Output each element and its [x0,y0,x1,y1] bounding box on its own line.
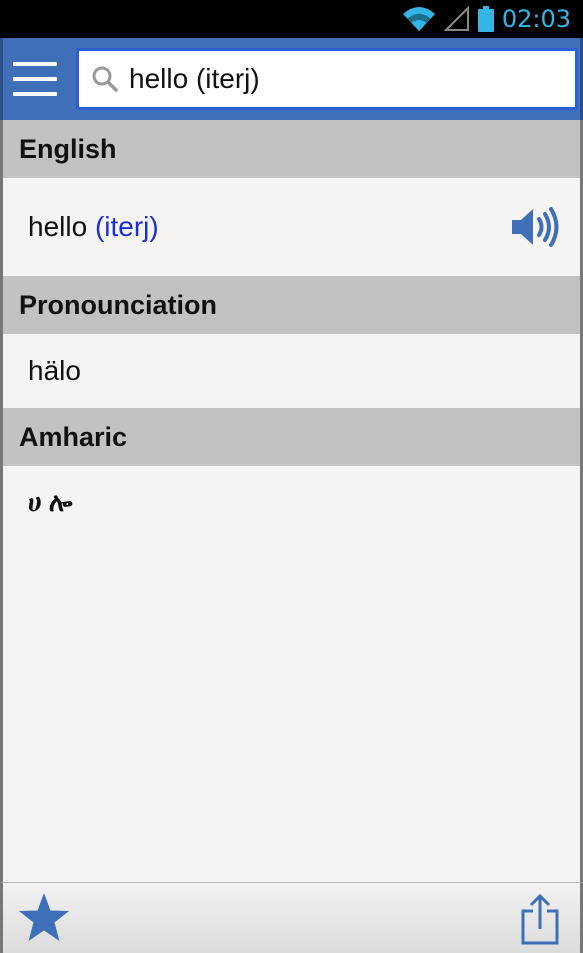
english-word: hello (iterj) [28,211,159,243]
english-word-row: hello (iterj) [3,178,580,276]
app-bar [0,38,583,120]
battery-icon [477,6,494,32]
section-header-pronounciation: Pronounciation [3,276,580,334]
share-icon[interactable] [520,893,560,945]
section-header-amharic: Amharic [3,408,580,466]
search-box[interactable] [76,48,578,110]
search-input[interactable] [129,63,549,95]
word-text: hello [28,211,88,242]
signal-icon [443,6,469,31]
part-of-speech-tag: (iterj) [94,211,159,242]
section-header-english: English [3,120,580,178]
search-icon [92,66,118,92]
wifi-icon [402,7,435,31]
translation-content: English hello (iterj) Pronounciation häl… [0,120,583,882]
status-time: 02:03 [501,5,571,33]
speaker-icon[interactable] [510,205,562,249]
bottom-bar [0,882,583,953]
status-bar: 02:03 [0,0,583,38]
star-icon[interactable] [17,891,71,945]
pronounciation-text: hälo [28,355,81,386]
amharic-text: ሀ ሎ [28,487,73,517]
hamburger-menu-icon[interactable] [13,62,59,96]
